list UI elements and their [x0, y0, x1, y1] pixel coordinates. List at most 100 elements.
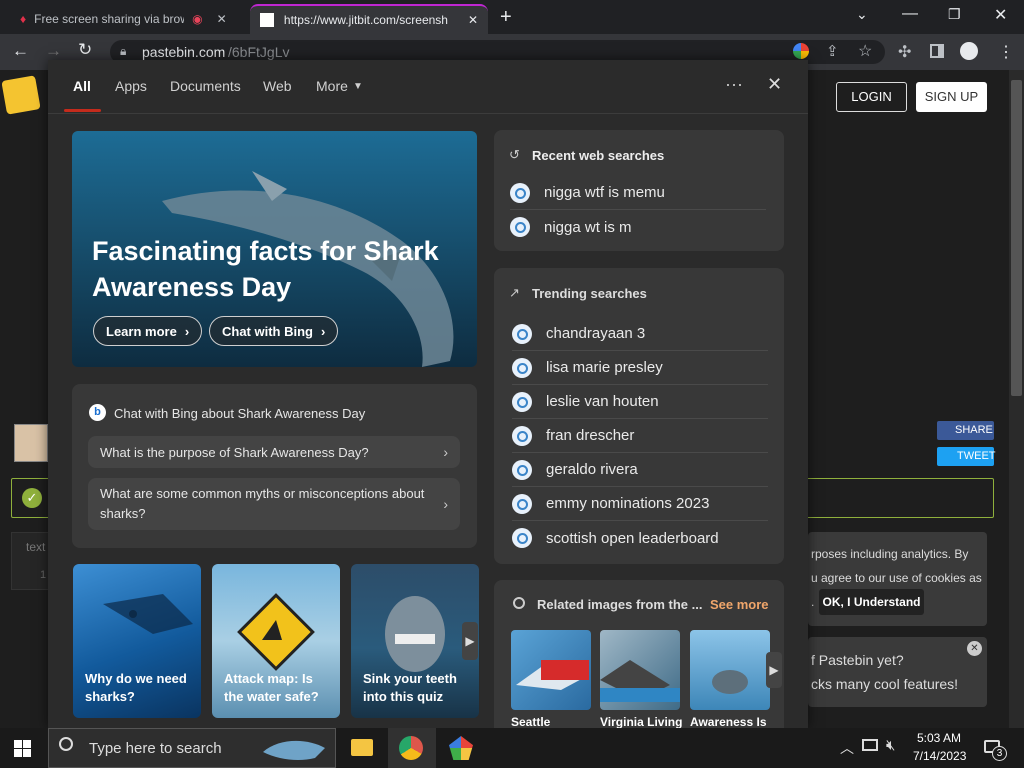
volume-muted-icon[interactable]: 🔇︎ — [886, 737, 895, 754]
trending-item[interactable]: emmy nominations 2023 — [512, 487, 768, 521]
tab-search-icon[interactable]: ⌄ — [856, 6, 868, 23]
clock-time[interactable]: 5:03 AM — [917, 731, 961, 745]
recent-heading: Recent web searches — [532, 148, 665, 163]
trending-item[interactable]: lisa marie presley — [512, 351, 768, 385]
twitter-tweet-button[interactable]: TWEET — [937, 447, 996, 466]
related-caption: Seattle — [511, 715, 551, 728]
search-icon — [512, 323, 532, 344]
menu-icon[interactable]: ⋮ — [998, 42, 1014, 62]
panel-close-icon[interactable]: ✕ — [767, 74, 782, 95]
taskbar-search-box[interactable]: Type here to search — [48, 728, 336, 768]
new-tab-icon[interactable]: + — [500, 6, 512, 29]
chat-question[interactable]: What is the purpose of Shark Awareness D… — [88, 436, 460, 468]
chat-heading: Chat with Bing about Shark Awareness Day — [114, 406, 366, 421]
minimize-icon[interactable]: — — [902, 5, 918, 23]
extensions-icon[interactable]: ✣ — [898, 42, 911, 62]
related-image[interactable] — [600, 630, 680, 710]
learn-more-label: Learn more — [106, 323, 177, 339]
restore-icon[interactable]: ❐ — [948, 6, 961, 23]
question-text: What are some common myths or misconcept… — [100, 486, 425, 521]
cookie-text: rposes including analytics. By — [811, 547, 969, 561]
search-icon — [512, 528, 532, 548]
tab-more[interactable]: More — [316, 78, 348, 94]
facebook-share-button[interactable]: SHARE — [937, 421, 994, 440]
tab-web[interactable]: Web — [263, 78, 292, 94]
profile-icon[interactable] — [960, 42, 978, 60]
back-icon[interactable]: ← — [12, 41, 29, 61]
header-divider — [48, 113, 808, 114]
thumb-card[interactable]: Why do we need sharks? — [73, 564, 201, 718]
share-page-icon[interactable]: ⇪ — [826, 42, 839, 60]
trending-item[interactable]: fran drescher — [512, 419, 768, 453]
scrollbar-thumb[interactable] — [1011, 80, 1022, 396]
chat-bing-label: Chat with Bing — [222, 323, 313, 339]
more-options-icon[interactable]: ··· — [725, 74, 743, 95]
search-text: emmy nominations 2023 — [546, 495, 710, 512]
recent-search-item[interactable]: nigga wt is m — [510, 210, 766, 244]
trending-icon: ↗ — [509, 285, 520, 300]
app-icon[interactable] — [449, 736, 473, 760]
thumb-caption: Attack map: Is the water safe? — [224, 671, 319, 704]
search-icon — [510, 182, 530, 203]
search-text: scottish open leaderboard — [546, 529, 719, 547]
related-caption: Awareness Is — [690, 715, 767, 728]
windows-search-panel: All Apps Documents Web More ▼ ··· ✕ Fasc… — [48, 60, 808, 728]
taskbar: Type here to search ︿ 🔇︎ 5:03 AM 7/14/20… — [0, 728, 1024, 768]
cookie-text: . — [811, 595, 815, 609]
learn-more-button[interactable]: Learn more › — [93, 316, 203, 346]
thumb-caption: Why do we need sharks? — [85, 671, 187, 704]
related-image[interactable] — [511, 630, 591, 710]
trending-item[interactable]: leslie van houten — [512, 385, 768, 419]
chat-question[interactable]: What are some common myths or misconcept… — [88, 478, 460, 530]
reload-icon[interactable]: ↻ — [78, 40, 92, 60]
start-button[interactable] — [14, 740, 31, 757]
thumbs-next-button[interactable]: ▶ — [462, 622, 478, 660]
search-text: lisa marie presley — [546, 359, 663, 376]
login-button[interactable]: LOGIN — [836, 82, 907, 112]
line-number: 1 — [40, 569, 47, 581]
recent-search-item[interactable]: nigga wtf is memu — [510, 176, 766, 210]
see-more-link[interactable]: See more — [710, 597, 769, 612]
tab-jitbit[interactable]: https://www.jitbit.com/screensh ✕ — [250, 4, 488, 34]
related-next-button[interactable]: ▶ — [766, 652, 782, 688]
tab-close-icon[interactable]: ✕ — [468, 13, 478, 27]
window-close-icon[interactable]: ✕ — [994, 5, 1007, 25]
side-panel-icon[interactable] — [930, 44, 944, 58]
thumb-card[interactable]: Sink your teeth into this quiz — [351, 564, 479, 718]
tab-all[interactable]: All — [73, 78, 91, 94]
promo-close-icon[interactable]: ✕ — [967, 641, 982, 656]
bookmark-star-icon[interactable]: ☆ — [858, 41, 872, 61]
lock-icon: 🔒︎ — [120, 44, 127, 58]
forward-icon[interactable]: → — [45, 41, 62, 61]
network-icon[interactable] — [862, 739, 878, 751]
trending-item[interactable]: scottish open leaderboard — [512, 521, 768, 555]
search-text: nigga wt is m — [544, 218, 632, 236]
trending-item[interactable]: geraldo rivera — [512, 453, 768, 487]
clock-date[interactable]: 7/14/2023 — [913, 749, 966, 763]
chevron-up-icon[interactable]: ︿ — [840, 738, 854, 758]
cookie-accept-button[interactable]: OK, I Understand — [819, 589, 924, 615]
related-image[interactable] — [690, 630, 770, 710]
tab-close-icon[interactable]: ✕ — [217, 12, 227, 26]
related-caption: Virginia Living — [600, 715, 683, 728]
chat-with-bing-button[interactable]: Chat with Bing › — [209, 316, 339, 346]
hero-title: Fascinating facts for Shark Awareness Da… — [92, 236, 439, 302]
signup-button[interactable]: SIGN UP — [916, 82, 987, 112]
search-text: fran drescher — [546, 427, 635, 444]
google-icon[interactable] — [793, 43, 809, 59]
tab-apps[interactable]: Apps — [115, 78, 147, 94]
search-text: leslie van houten — [546, 393, 659, 410]
promo-text: cks many cool features! — [811, 676, 959, 692]
tab-screen-sharing[interactable]: ♦ Free screen sharing via brow ◉ ✕ — [10, 4, 248, 34]
trending-item[interactable]: chandrayaan 3 — [512, 317, 768, 351]
tab-documents[interactable]: Documents — [170, 78, 241, 94]
pastebin-logo — [1, 75, 41, 115]
more-dropdown-icon[interactable]: ▼ — [353, 81, 363, 92]
file-explorer-icon[interactable] — [351, 739, 373, 756]
history-icon: ↺ — [509, 147, 520, 162]
thumb-card[interactable]: Attack map: Is the water safe? — [212, 564, 340, 718]
search-text: geraldo rivera — [546, 461, 638, 478]
chrome-active-indicator — [388, 728, 436, 768]
chevron-right-icon: › — [321, 323, 326, 339]
chevron-right-icon: › — [184, 323, 190, 339]
